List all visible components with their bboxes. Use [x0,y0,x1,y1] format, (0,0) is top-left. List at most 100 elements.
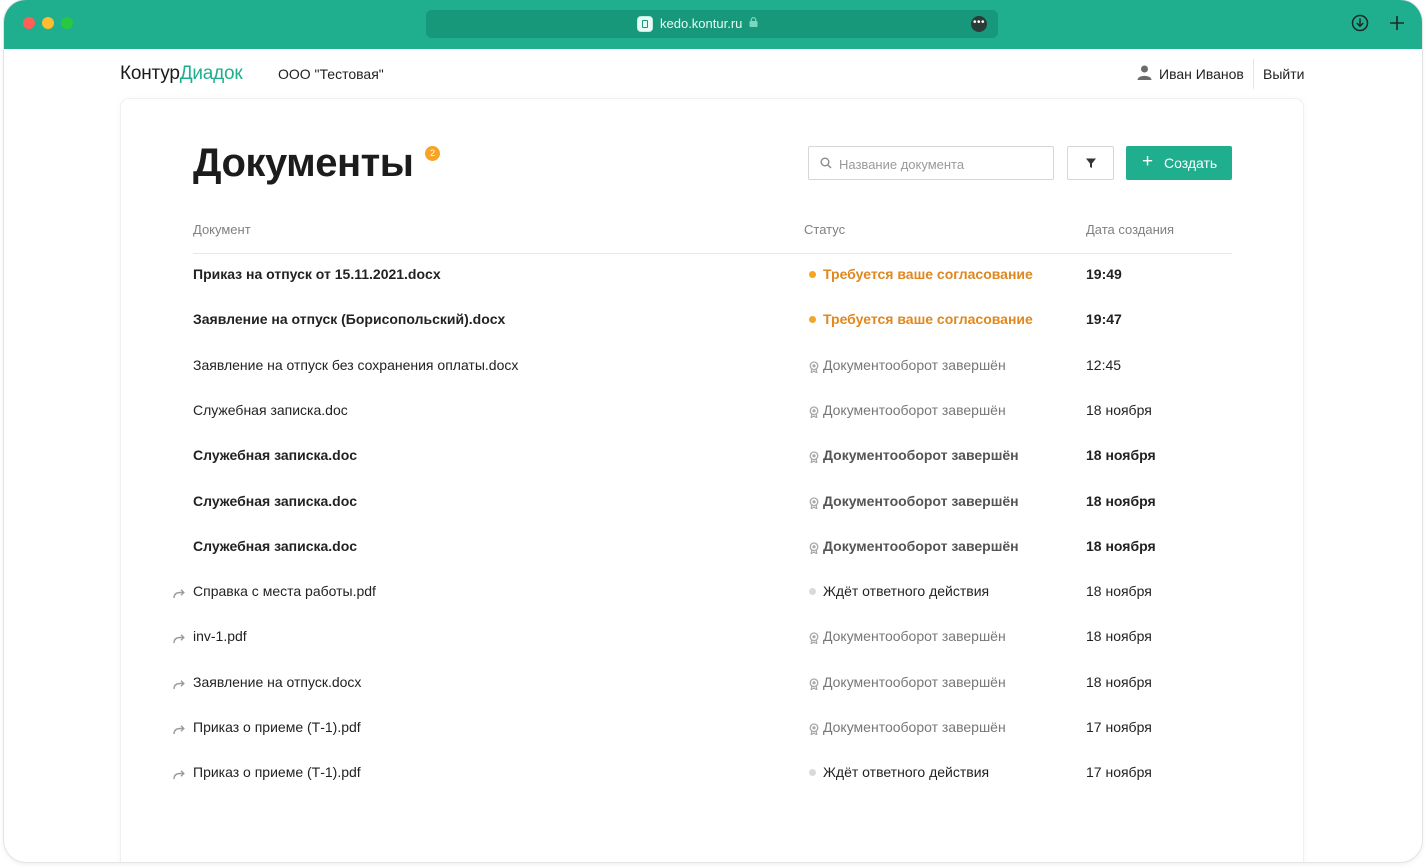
status-text: Документооборот завершён [823,673,1006,690]
documents-count-badge: 2 [425,146,440,161]
created-date: 18 ноября [1086,583,1152,600]
status-text: Ждёт ответного действия [823,764,990,781]
completed-seal-icon [808,722,820,736]
status-text: Документооборот завершён [823,537,1019,554]
created-date: 17 ноября [1086,764,1152,781]
status-text: Документооборот завершён [823,719,1006,735]
table-row[interactable]: Заявление на отпуск без сохранения оплат… [121,345,1303,390]
completed-seal-icon [808,405,820,419]
status-text: Документооборот завершён [823,356,1006,373]
table-row[interactable]: Служебная записка.doc Документооборот зав… [121,435,1303,480]
search-input[interactable] [837,147,1051,181]
page-title: Документы [193,141,414,185]
created-date: 19:49 [1086,266,1122,282]
organization-name[interactable]: ООО "Тестовая" [278,66,384,82]
close-window-button[interactable] [23,17,35,29]
document-name[interactable]: Служебная записка.doc [193,447,357,463]
user-icon [1137,65,1152,80]
document-name[interactable]: Служебная записка.doc [193,493,357,509]
status-text: Требуется ваше согласование [823,266,1033,282]
table-row[interactable]: inv-1.pdf Документооборот завершён 18 нояб… [121,616,1303,661]
awaiting-dot-icon [809,588,816,596]
column-header-date[interactable]: Дата создания [1086,222,1174,237]
completed-seal-icon [808,677,820,691]
table-row[interactable]: Служебная записка.doc Документооборот зав… [121,526,1303,571]
column-header-status[interactable]: Статус [804,222,845,237]
completed-seal-icon [808,541,820,555]
created-date: 18 ноября [1086,492,1156,509]
completed-seal-icon [808,360,820,374]
kontur-diadoc-logo[interactable]: КонтурДиадок [120,63,243,85]
plus-icon: + [1142,151,1154,172]
created-date: 19:47 [1086,311,1122,328]
completed-seal-icon [808,450,820,464]
document-name[interactable]: Служебная записка.doc [193,538,357,554]
minimize-window-button[interactable] [42,17,54,29]
status-text: Ждёт ответного действия [823,583,990,600]
create-button-label: Создать [1164,155,1218,171]
awaiting-dot-icon [809,769,816,777]
document-name[interactable]: Заявление на отпуск.docx [193,674,361,690]
document-search[interactable] [808,146,1054,181]
created-date: 18 ноября [1086,537,1156,554]
new-tab-plus-icon[interactable] [1387,13,1407,33]
created-date: 18 ноября [1086,447,1156,464]
address-bar[interactable]: kedo.kontur.ru ••• [426,10,998,38]
browser-window: kedo.kontur.ru ••• КонтурДиадок ООО "Тес… [4,0,1422,862]
created-date: 18 ноября [1086,673,1152,690]
table-row[interactable]: Заявление на отпуск (Борисопольский).doc… [121,299,1303,344]
status-text: Документооборот завершён [823,401,1006,418]
create-document-button[interactable]: + Создать [1126,146,1232,180]
status-text: Требуется ваше согласование [823,311,1033,328]
completed-seal-icon [808,631,820,646]
document-name[interactable]: Приказ на отпуск от 15.11.2021.docx [193,266,441,282]
logo-part-kontur: Контур [120,63,180,84]
created-date: 17 ноября [1086,719,1152,735]
completed-seal-icon [808,496,820,510]
app-header: КонтурДиадок ООО "Тестовая" Иван Иванов … [4,49,1422,99]
column-header-document[interactable]: Документ [193,222,251,237]
approval-required-dot-icon [809,316,816,324]
document-name[interactable]: Заявление на отпуск (Борисопольский).doc… [193,311,505,327]
filter-icon [1086,158,1096,168]
created-date: 12:45 [1086,356,1122,373]
table-row[interactable]: Приказ о приеме (Т-1).pdf Ждёт ответного … [121,752,1303,797]
document-name[interactable]: inv-1.pdf [193,628,247,644]
table-row[interactable]: Приказ на отпуск от 15.11.2021.docx Требу… [121,254,1303,299]
status-text: Документооборот завершён [823,492,1019,509]
browser-titlebar: kedo.kontur.ru ••• [4,0,1422,49]
forwarded-icon [173,722,185,735]
document-name[interactable]: Приказ о приеме (Т-1).pdf [193,764,361,780]
forwarded-icon [173,631,185,644]
created-date: 18 ноября [1086,401,1152,418]
logo-part-diadoc: Диадок [179,63,243,84]
document-name[interactable]: Служебная записка.doc [193,402,348,418]
status-text: Документооборот завершён [823,628,1006,645]
filter-button[interactable] [1067,146,1114,180]
search-icon [820,157,832,169]
table-row[interactable]: Заявление на отпуск.docx Документооборот … [121,662,1303,707]
approval-required-dot-icon [809,271,816,278]
forwarded-icon [173,767,185,780]
table-row[interactable]: Справка с места работы.pdf Ждёт ответного… [121,571,1303,616]
document-name[interactable]: Заявление на отпуск без сохранения оплат… [193,357,518,373]
table-row[interactable]: Приказ о приеме (Т-1).pdf Документооборот… [121,707,1303,752]
page-options-icon[interactable]: ••• [971,16,987,32]
table-row[interactable]: Служебная записка.doc Документооборот зав… [121,390,1303,435]
document-name[interactable]: Справка с места работы.pdf [193,583,376,599]
logout-link[interactable]: Выйти [1263,66,1304,82]
header-divider [1253,59,1254,89]
document-name[interactable]: Приказ о приеме (Т-1).pdf [193,719,361,735]
user-name[interactable]: Иван Иванов [1159,66,1244,82]
site-favicon-icon [637,16,653,32]
created-date: 18 ноября [1086,628,1152,645]
table-row[interactable]: Служебная записка.doc Документооборот зав… [121,481,1303,526]
lock-icon [749,17,758,27]
documents-card: Документы 2 + Создать Документ Статус Да… [121,99,1303,862]
status-text: Документооборот завершён [823,447,1019,464]
download-icon[interactable] [1351,14,1369,32]
forwarded-icon [173,677,185,689]
address-bar-url: kedo.kontur.ru [660,16,743,31]
maximize-window-button[interactable] [61,17,73,29]
forwarded-icon [173,586,185,599]
